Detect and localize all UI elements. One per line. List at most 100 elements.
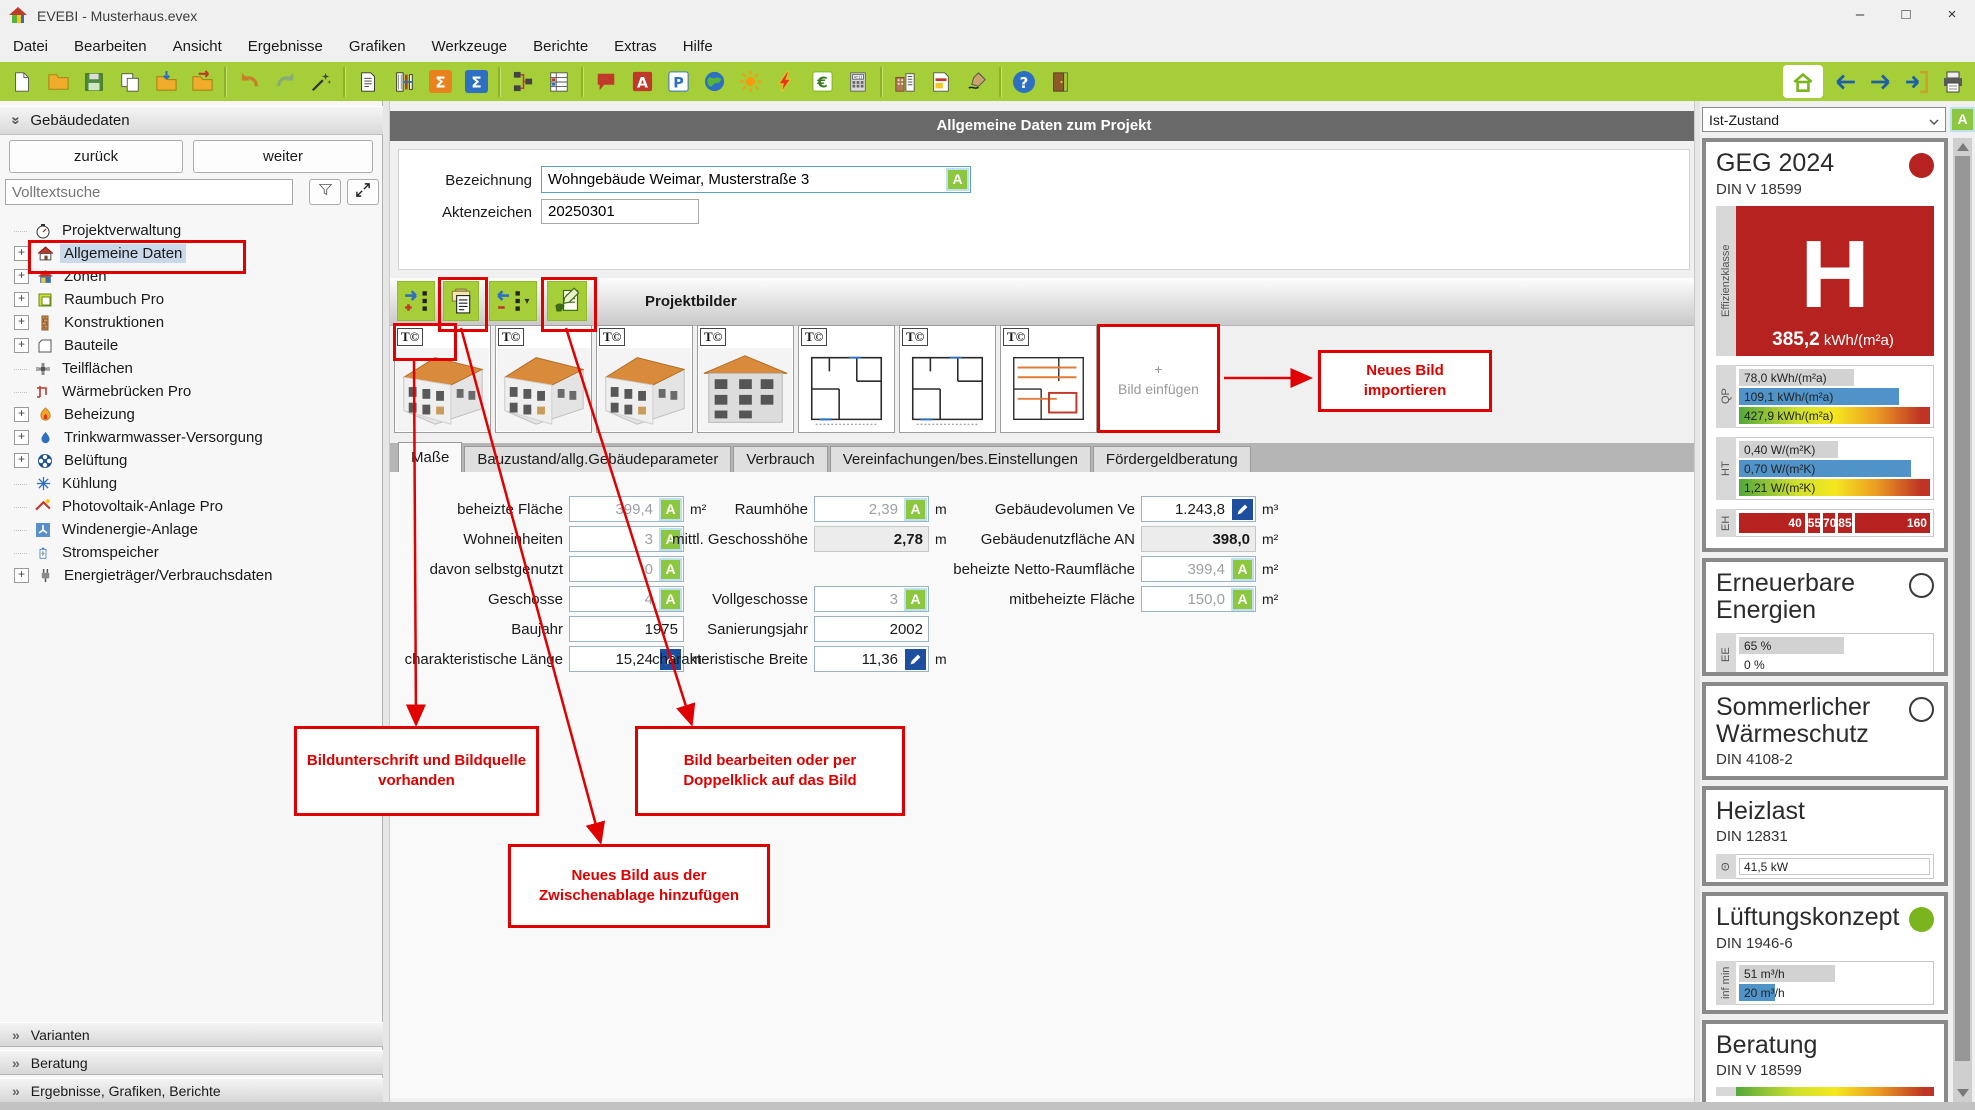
scroll-down-icon[interactable]: [1957, 1089, 1969, 1097]
tab-verbrauch[interactable]: Verbrauch: [733, 446, 827, 472]
sidebar-item-stromspeicher[interactable]: Stromspeicher: [0, 541, 383, 564]
home-view-button[interactable]: [1783, 65, 1823, 98]
menu-bearbeiten[interactable]: Bearbeiten: [61, 38, 160, 55]
expand-icon[interactable]: +: [14, 568, 29, 583]
navigate-back-button[interactable]: [1827, 65, 1863, 98]
undo-button[interactable]: [231, 65, 267, 98]
signature-button[interactable]: [959, 65, 995, 98]
expand-icon[interactable]: +: [14, 430, 29, 445]
bezeichnung-field[interactable]: A: [541, 166, 971, 193]
minimize-button[interactable]: –: [1837, 0, 1883, 30]
state-selector[interactable]: Ist-Zustand: [1702, 107, 1946, 132]
sidebar-item-waermebruecken-pro[interactable]: Wärmebrücken Pro: [0, 380, 383, 403]
project-image-thumbnail[interactable]: T©: [697, 325, 794, 433]
sidebar-item-windenergie-anlage[interactable]: Windenergie-Anlage: [0, 518, 383, 541]
menu-hilfe[interactable]: Hilfe: [670, 38, 726, 55]
scrollbar-thumb[interactable]: [1955, 156, 1970, 1061]
paste-image-button[interactable]: [443, 281, 479, 321]
sidebar-item-raumbuch-pro[interactable]: +Raumbuch Pro: [0, 288, 383, 311]
accordion-ergebnisse-grafiken-berichte[interactable]: »Ergebnisse, Grafiken, Berichte: [0, 1078, 383, 1103]
colored-report-button[interactable]: [923, 65, 959, 98]
aktenzeichen-field[interactable]: [541, 199, 699, 224]
project-image-thumbnail[interactable]: T©: [596, 325, 693, 433]
project-image-thumbnail[interactable]: T©: [495, 325, 592, 433]
sanierungsjahr-field[interactable]: 2002: [814, 616, 929, 642]
menu-grafiken[interactable]: Grafiken: [336, 38, 419, 55]
menu-ansicht[interactable]: Ansicht: [160, 38, 235, 55]
expand-icon[interactable]: +: [14, 246, 29, 261]
help-button[interactable]: ?: [1006, 65, 1042, 98]
economy-button[interactable]: €: [804, 65, 840, 98]
new-file-button[interactable]: [4, 65, 40, 98]
save-button[interactable]: [76, 65, 112, 98]
charakteristische-breite-field[interactable]: 11,36: [814, 646, 929, 672]
edit-badge[interactable]: [905, 649, 926, 670]
menu-datei[interactable]: Datei: [0, 38, 61, 55]
open-file-button[interactable]: [40, 65, 76, 98]
filter-button[interactable]: [309, 179, 341, 205]
bezeichnung-input[interactable]: [542, 171, 945, 188]
report-button[interactable]: [350, 65, 386, 98]
accordion-varianten[interactable]: »Varianten: [0, 1022, 383, 1047]
sidebar-item-energietraeger-verbrauchsdaten[interactable]: +Energieträger/Verbrauchsdaten: [0, 564, 383, 587]
accordion-beratung[interactable]: »Beratung: [0, 1050, 383, 1075]
expand-icon[interactable]: +: [14, 453, 29, 468]
building-data-button[interactable]: [887, 65, 923, 98]
sidebar-item-projektverwaltung[interactable]: Projektverwaltung: [0, 219, 383, 242]
sidebar-item-bauteile[interactable]: +Bauteile: [0, 334, 383, 357]
redo-button[interactable]: [267, 65, 303, 98]
scroll-up-icon[interactable]: [1957, 143, 1969, 151]
expand-icon[interactable]: +: [14, 338, 29, 353]
sum-consumption-button[interactable]: Σ: [422, 65, 458, 98]
sidebar-item-allgemeine-daten[interactable]: +Allgemeine Daten: [0, 242, 383, 265]
project-image-thumbnail[interactable]: T©: [1000, 325, 1097, 433]
measurements-button[interactable]: [541, 65, 577, 98]
edit-badge[interactable]: [1232, 499, 1253, 520]
auto-badge[interactable]: A: [1231, 558, 1254, 581]
sidebar-item-photovoltaik-anlage-pro[interactable]: Photovoltaik-Anlage Pro: [0, 495, 383, 518]
auto-badge[interactable]: A: [1950, 107, 1975, 132]
project-image-thumbnail[interactable]: T©: [394, 325, 491, 433]
sidebar-item-belueftung[interactable]: +Belüftung: [0, 449, 383, 472]
menu-berichte[interactable]: Berichte: [520, 38, 601, 55]
solar-button[interactable]: [732, 65, 768, 98]
auto-badge[interactable]: A: [946, 168, 969, 191]
sum-demand-button[interactable]: Σ: [458, 65, 494, 98]
sidebar-item-teilflaechen[interactable]: Teilflächen: [0, 357, 383, 380]
davon-selbstgenutzt-field[interactable]: 0A: [569, 556, 684, 582]
calculator-button[interactable]: 4711: [840, 65, 876, 98]
sidebar-item-kuehlung[interactable]: Kühlung: [0, 472, 383, 495]
print-button[interactable]: [1935, 65, 1971, 98]
menu-extras[interactable]: Extras: [601, 38, 670, 55]
menu-ergebnisse[interactable]: Ergebnisse: [235, 38, 336, 55]
exit-button[interactable]: [1042, 65, 1078, 98]
project-image-thumbnail[interactable]: T©: [899, 325, 996, 433]
right-panel-splitter[interactable]: [1694, 101, 1700, 1110]
plan-p-button[interactable]: P: [660, 65, 696, 98]
comment-button[interactable]: [588, 65, 624, 98]
close-button[interactable]: ×: [1929, 0, 1975, 30]
caret-down-icon[interactable]: ▾: [524, 296, 529, 307]
navigate-forward-button[interactable]: [1863, 65, 1899, 98]
tab-vereinfachungen-bes-einstellungen[interactable]: Vereinfachungen/bes.Einstellungen: [830, 446, 1091, 472]
sidebar-item-beheizung[interactable]: +Beheizung: [0, 403, 383, 426]
auto-badge[interactable]: A: [659, 558, 682, 581]
right-panel-scrollbar[interactable]: [1953, 138, 1972, 1102]
building-values-button[interactable]: [386, 65, 422, 98]
aktenzeichen-input[interactable]: [542, 203, 698, 220]
project-image-thumbnail[interactable]: T©: [798, 325, 895, 433]
sidebar-item-zonen[interactable]: +Zonen: [0, 265, 383, 288]
remove-image-button[interactable]: ▾: [489, 281, 537, 321]
expand-icon[interactable]: +: [14, 292, 29, 307]
scheme-button[interactable]: [505, 65, 541, 98]
add-image-button[interactable]: [397, 281, 435, 321]
tab-masse[interactable]: Maße: [398, 442, 462, 472]
tab-bauzustand-allg-gebaeudeparameter[interactable]: Bauzustand/allg.Gebäudeparameter: [464, 446, 731, 472]
sidebar-item-trinkwarmwasser-versorgung[interactable]: +Trinkwarmwasser-Versorgung: [0, 426, 383, 449]
expand-icon[interactable]: +: [14, 407, 29, 422]
energy-button[interactable]: [768, 65, 804, 98]
export-button[interactable]: [184, 65, 220, 98]
edit-image-button[interactable]: [547, 281, 587, 321]
next-button[interactable]: weiter: [193, 140, 373, 173]
beheizte-netto-raumflaeche-field[interactable]: 399,4A: [1141, 556, 1256, 582]
